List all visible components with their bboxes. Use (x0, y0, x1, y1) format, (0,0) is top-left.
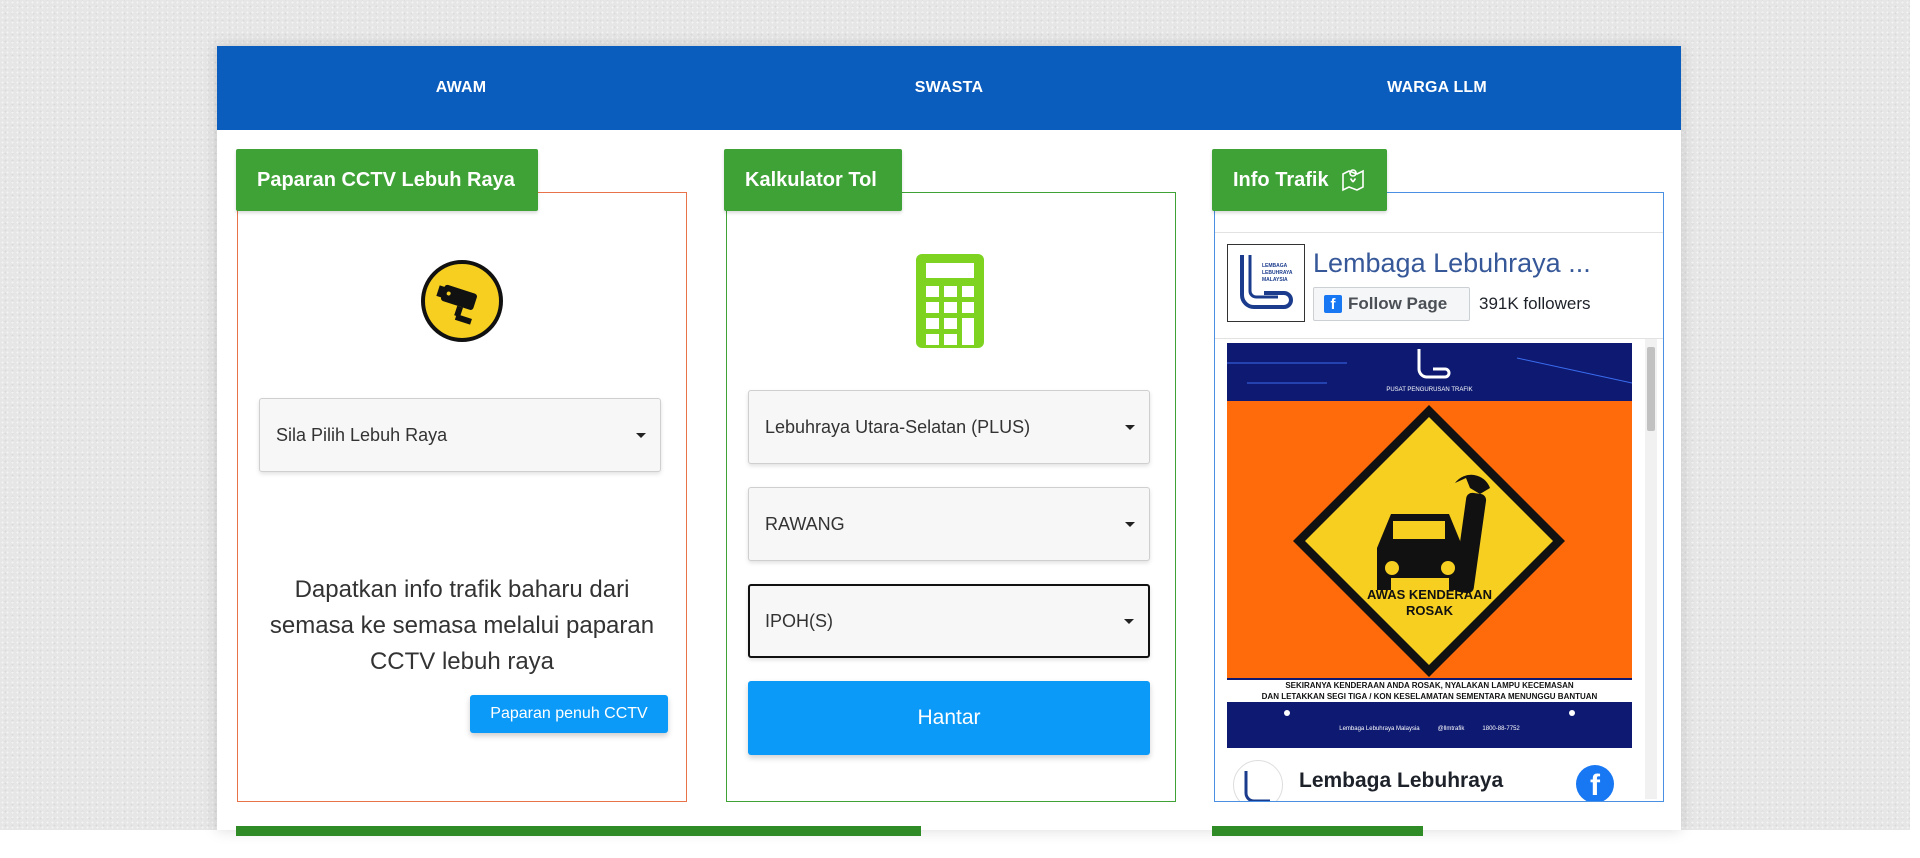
fb-follow-button[interactable]: f Follow Page (1313, 287, 1470, 321)
facebook-icon[interactable]: f (1576, 765, 1614, 801)
chevron-down-icon (636, 433, 646, 438)
toll-calculator-card: Lebuhraya Utara-Selatan (PLUS) RAWANG IP… (726, 192, 1176, 802)
cctv-select-value: Sila Pilih Lebuh Raya (276, 424, 448, 445)
fb-followers-count: 391K followers (1479, 294, 1591, 313)
toll-from-select[interactable]: RAWANG (748, 487, 1150, 561)
traffic-info-title-label: Info Trafik (1233, 168, 1329, 191)
cctv-full-view-button[interactable]: Paparan penuh CCTV (470, 695, 668, 733)
chevron-down-icon (1125, 522, 1135, 527)
toll-submit-button[interactable]: Hantar (748, 681, 1150, 755)
fb-next-post-avatar[interactable] (1233, 760, 1283, 801)
cctv-card: Sila Pilih Lebuh Raya Dapatkan info traf… (237, 192, 687, 802)
toll-highway-value: Lebuhraya Utara-Selatan (PLUS) (765, 416, 1031, 437)
toll-calculator-title: Kalkulator Tol (724, 149, 902, 211)
toll-to-select[interactable]: IPOH(S) (748, 584, 1150, 658)
chevron-down-icon (1124, 619, 1134, 624)
fb-next-post-name[interactable]: Lembaga Lebuhraya (1299, 769, 1503, 793)
nav-tab-awam[interactable]: AWAM (217, 46, 705, 130)
llm-logo-icon (1244, 771, 1270, 801)
post-footer: Lembaga Lebuhraya Malaysia @llmtrafik 18… (1339, 726, 1520, 732)
scrollbar-thumb[interactable] (1647, 347, 1655, 431)
toll-highway-select[interactable]: Lebuhraya Utara-Selatan (PLUS) (748, 390, 1150, 464)
next-section-tab (1212, 826, 1423, 836)
fb-page-name[interactable]: Lembaga Lebuhraya ... (1313, 248, 1591, 279)
fb-timeline: PUSAT PENGURUSAN TRAFIK AWAS KENDERAAN R… (1215, 338, 1663, 801)
post-sign-text: AWAS KENDERAAN ROSAK (1367, 587, 1492, 618)
map-pin-icon (1341, 168, 1365, 192)
fb-page-logo[interactable]: LEMBAGA LEBUHRAYA MALAYSIA (1227, 244, 1305, 322)
calculator-icon (916, 254, 984, 348)
nav-tab-swasta[interactable]: SWASTA (705, 46, 1193, 130)
fb-timeline-scrollbar[interactable] (1645, 339, 1657, 799)
top-navbar: AWAM SWASTA WARGA LLM (217, 46, 1681, 130)
cctv-highway-select[interactable]: Sila Pilih Lebuh Raya (259, 398, 661, 472)
cctv-card-title: Paparan CCTV Lebuh Raya (236, 149, 538, 211)
fb-follow-label: Follow Page (1348, 294, 1448, 313)
facebook-page-widget: LEMBAGA LEBUHRAYA MALAYSIA Lembaga Lebuh… (1215, 232, 1663, 801)
nav-tab-warga-llm[interactable]: WARGA LLM (1193, 46, 1681, 130)
main-panel: AWAM SWASTA WARGA LLM Sila Pilih Lebuh R… (217, 46, 1681, 836)
traffic-info-card-title: Info Trafik (1212, 149, 1387, 211)
next-section-tab (236, 826, 921, 836)
toll-to-value: IPOH(S) (765, 610, 834, 631)
cctv-description: Dapatkan info trafik baharu dari semasa … (269, 576, 655, 675)
fb-post-image[interactable]: PUSAT PENGURUSAN TRAFIK AWAS KENDERAAN R… (1227, 343, 1632, 748)
facebook-icon: f (1324, 295, 1342, 313)
toll-from-value: RAWANG (765, 513, 845, 534)
post-header-text: PUSAT PENGURUSAN TRAFIK (1386, 387, 1473, 393)
post-caption: SEKIRANYA KENDERAAN ANDA ROSAK, NYALAKAN… (1227, 680, 1632, 702)
traffic-info-card: LEMBAGA LEBUHRAYA MALAYSIA Lembaga Lebuh… (1214, 192, 1664, 802)
chevron-down-icon (1125, 425, 1135, 430)
cctv-camera-icon (421, 260, 503, 342)
